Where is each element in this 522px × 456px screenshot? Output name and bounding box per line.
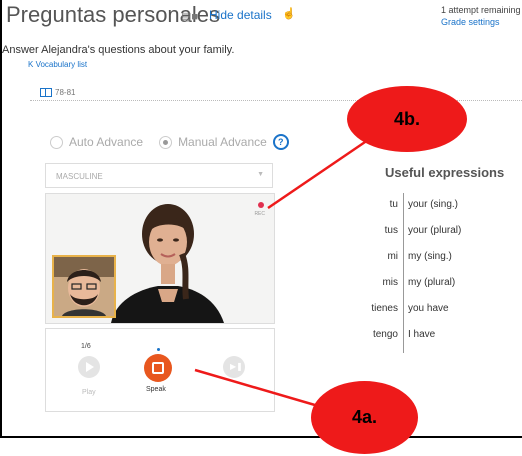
callout-4b: 4b. xyxy=(347,86,467,152)
callout-4a: 4a. xyxy=(311,381,418,454)
pointer-line-4a xyxy=(194,368,333,412)
annotation-pointers xyxy=(194,138,369,412)
pointer-line-4b xyxy=(267,138,369,210)
